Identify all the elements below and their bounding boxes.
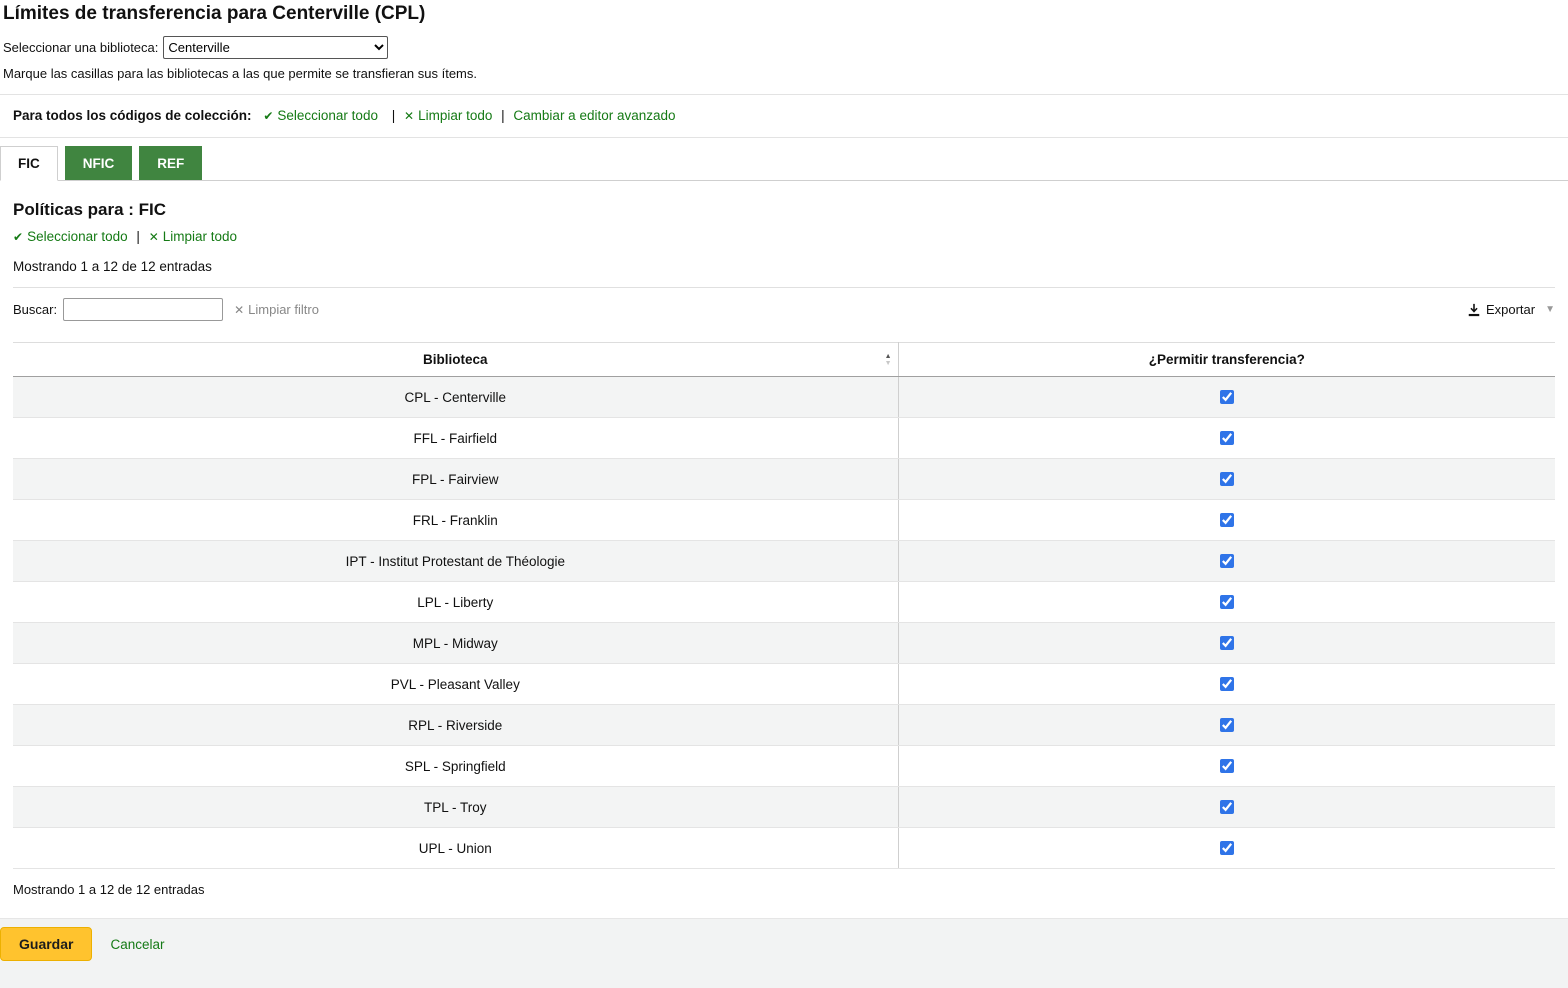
panel-heading: Políticas para : FIC [13,200,1555,220]
allow-transfer-cell [898,787,1555,828]
transfer-checkbox[interactable] [1220,431,1234,445]
clear-all-collections-link[interactable]: ✕Limpiar todo [404,108,492,123]
allow-transfer-cell [898,746,1555,787]
column-header-allow-transfer[interactable]: ¿Permitir transferencia? [898,343,1555,377]
library-cell: UPL - Union [13,828,898,869]
transfer-checkbox[interactable] [1220,759,1234,773]
page-title: Límites de transferencia para Centervill… [3,3,1555,25]
library-cell: FFL - Fairfield [13,418,898,459]
sort-asc-icon[interactable]: ▲ [885,353,892,360]
table-row: FRL - Franklin [13,500,1555,541]
check-icon: ✔ [263,109,273,123]
collection-tabs: FIC NFIC REF [0,146,1568,181]
download-icon [1467,303,1486,317]
transfer-checkbox[interactable] [1220,800,1234,814]
transfer-checkbox[interactable] [1220,390,1234,404]
transfer-checkbox[interactable] [1220,554,1234,568]
caret-down-icon[interactable]: ▼ [1545,304,1555,315]
library-cell: CPL - Centerville [13,377,898,418]
action-bar: Guardar Cancelar [0,918,1568,988]
allow-transfer-cell [898,459,1555,500]
export-button[interactable]: Exportar [1467,302,1535,317]
allow-transfer-cell [898,828,1555,869]
transfer-checkbox[interactable] [1220,677,1234,691]
column-header-library[interactable]: Biblioteca ▲ ▼ [13,343,898,377]
clear-icon: ✕ [234,303,244,317]
tab-fic[interactable]: FIC [0,146,58,181]
table-header-row: Biblioteca ▲ ▼ ¿Permitir transferencia? [13,343,1555,377]
allow-transfer-cell [898,582,1555,623]
transfer-checkbox[interactable] [1220,595,1234,609]
sort-desc-icon[interactable]: ▼ [885,360,892,367]
transfer-checkbox[interactable] [1220,472,1234,486]
table-row: IPT - Institut Protestant de Théologie [13,541,1555,582]
allow-transfer-cell [898,377,1555,418]
page-header: Límites de transferencia para Centervill… [0,0,1568,81]
table-row: TPL - Troy [13,787,1555,828]
library-cell: FRL - Franklin [13,500,898,541]
clear-filter-link[interactable]: ✕Limpiar filtro [234,302,319,317]
transfer-checkbox[interactable] [1220,636,1234,650]
table-row: PVL - Pleasant Valley [13,664,1555,705]
transfer-checkbox[interactable] [1220,718,1234,732]
library-select-label: Seleccionar una biblioteca: [3,40,158,55]
separator: | [392,108,396,123]
clear-icon: ✕ [404,109,414,123]
table-row: FFL - Fairfield [13,418,1555,459]
library-select[interactable]: Centerville [163,36,388,59]
collection-bar-label: Para todos los códigos de colección: [13,108,252,123]
library-cell: PVL - Pleasant Valley [13,664,898,705]
library-cell: IPT - Institut Protestant de Théologie [13,541,898,582]
entries-info-top: Mostrando 1 a 12 de 12 entradas [13,259,1555,288]
clear-all-link[interactable]: ✕Limpiar todo [149,229,237,244]
divider [0,137,1568,138]
search-label: Buscar: [13,302,57,317]
allow-transfer-cell [898,664,1555,705]
table-row: UPL - Union [13,828,1555,869]
transfer-limits-table: Biblioteca ▲ ▼ ¿Permitir transferencia? … [13,342,1555,869]
allow-transfer-cell [898,623,1555,664]
allow-transfer-cell [898,541,1555,582]
transfer-checkbox[interactable] [1220,841,1234,855]
library-cell: LPL - Liberty [13,582,898,623]
check-icon: ✔ [13,230,23,244]
advanced-editor-link[interactable]: Cambiar a editor avanzado [513,108,675,123]
tab-ref[interactable]: REF [139,146,202,180]
clear-icon: ✕ [149,230,159,244]
library-cell: FPL - Fairview [13,459,898,500]
allow-transfer-cell [898,500,1555,541]
library-cell: MPL - Midway [13,623,898,664]
allow-transfer-cell [898,705,1555,746]
sort-icons[interactable]: ▲ ▼ [885,353,892,367]
policies-panel: Políticas para : FIC ✔Seleccionar todo |… [0,200,1568,897]
table-row: LPL - Liberty [13,582,1555,623]
collection-actions-bar: Para todos los códigos de colección: ✔Se… [0,95,1568,137]
separator: | [501,108,505,123]
cancel-link[interactable]: Cancelar [110,937,164,952]
table-row: SPL - Springfield [13,746,1555,787]
search-input[interactable] [63,298,223,321]
library-cell: RPL - Riverside [13,705,898,746]
select-all-link[interactable]: ✔Seleccionar todo [13,229,128,244]
save-button[interactable]: Guardar [0,927,92,961]
hint-text: Marque las casillas para las bibliotecas… [3,66,1555,81]
table-row: FPL - Fairview [13,459,1555,500]
table-row: CPL - Centerville [13,377,1555,418]
table-row: MPL - Midway [13,623,1555,664]
library-cell: TPL - Troy [13,787,898,828]
select-all-collections-link[interactable]: ✔Seleccionar todo [263,108,378,123]
allow-transfer-cell [898,418,1555,459]
separator: | [136,229,140,244]
table-row: RPL - Riverside [13,705,1555,746]
transfer-checkbox[interactable] [1220,513,1234,527]
library-cell: SPL - Springfield [13,746,898,787]
entries-info-bottom: Mostrando 1 a 12 de 12 entradas [13,882,1555,897]
tab-nfic[interactable]: NFIC [65,146,133,180]
